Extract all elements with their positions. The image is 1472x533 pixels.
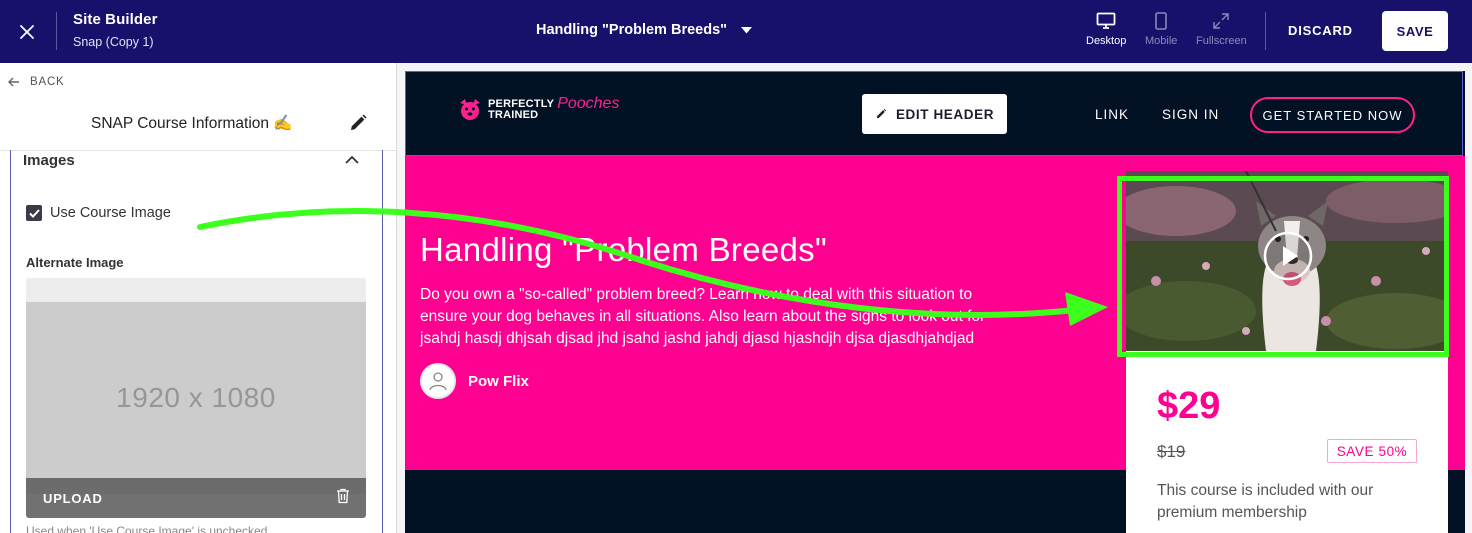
play-icon[interactable]	[1263, 231, 1313, 281]
back-button[interactable]: BACK	[8, 76, 65, 88]
device-mobile-label: Mobile	[1145, 35, 1178, 47]
back-label: BACK	[30, 76, 65, 88]
image-placeholder: 1920 x 1080	[26, 302, 366, 494]
close-icon	[20, 25, 34, 39]
close-button[interactable]	[14, 19, 40, 45]
collapse-section-button[interactable]	[344, 152, 360, 170]
page-selector[interactable]: Handling "Problem Breeds"	[536, 22, 753, 38]
course-price: $29	[1157, 385, 1221, 427]
use-course-image-checkbox[interactable]: Use Course Image	[26, 205, 171, 221]
author[interactable]: Pow Flix	[420, 363, 529, 399]
site-builder-window: Site Builder Snap (Copy 1) Handling "Pro…	[0, 0, 1472, 533]
logo-script-text: Pooches	[557, 95, 620, 112]
edit-header-button[interactable]: EDIT HEADER	[862, 94, 1007, 134]
delete-image-button[interactable]	[336, 488, 350, 509]
course-description: Do you own a "so-called" problem breed? …	[420, 286, 986, 347]
discount-badge: SAVE 50%	[1327, 439, 1417, 463]
device-desktop-label: Desktop	[1086, 35, 1127, 47]
check-icon	[28, 208, 40, 218]
original-price: $19	[1157, 442, 1186, 461]
pricing-description: This course is included with our premium…	[1157, 482, 1374, 521]
get-started-button[interactable]: GET STARTED NOW	[1250, 97, 1415, 133]
preview-canvas: PERFECTLY TRAINED Pooches EDIT HEADER LI…	[397, 63, 1472, 533]
edit-header-label: EDIT HEADER	[895, 106, 995, 122]
images-section-title[interactable]: Images	[23, 152, 75, 169]
logo-text-line2: TRAINED	[488, 109, 539, 121]
chevron-up-icon	[345, 155, 359, 164]
nav-link[interactable]: LINK	[1095, 107, 1129, 122]
site-logo[interactable]: PERFECTLY TRAINED Pooches	[457, 95, 621, 123]
dog-face-logo-icon	[460, 99, 480, 120]
upload-bar: UPLOAD	[26, 478, 366, 518]
placeholder-dimensions: 1920 x 1080	[116, 382, 276, 413]
course-video-thumbnail[interactable]	[1126, 171, 1448, 351]
app-subtitle: Snap (Copy 1)	[73, 35, 154, 49]
device-mobile-button[interactable]: Mobile	[1145, 12, 1177, 47]
mobile-icon	[1155, 12, 1168, 30]
user-icon	[429, 372, 447, 391]
alternate-image-label: Alternate Image	[26, 255, 124, 270]
desktop-icon	[1096, 12, 1116, 29]
fullscreen-icon	[1213, 13, 1230, 29]
caret-down-icon	[741, 26, 753, 33]
pencil-icon	[351, 114, 367, 130]
avatar	[420, 363, 456, 399]
author-name: Pow Flix	[468, 372, 529, 390]
nav-sign-in[interactable]: SIGN IN	[1162, 107, 1219, 122]
top-bar: Site Builder Snap (Copy 1) Handling "Pro…	[0, 0, 1472, 63]
course-title: Handling "Problem Breeds"	[420, 231, 827, 268]
divider	[1265, 12, 1266, 50]
page-selector-label: Handling "Problem Breeds"	[536, 22, 728, 38]
pencil-icon	[876, 108, 887, 119]
alternate-image-dropzone[interactable]: 1920 x 1080 UPLOAD	[26, 278, 366, 518]
discard-button[interactable]: DISCARD	[1288, 23, 1353, 38]
device-fullscreen-button[interactable]: Fullscreen	[1196, 12, 1247, 47]
use-course-image-label: Use Course Image	[50, 205, 171, 221]
trash-icon	[337, 488, 349, 503]
divider	[56, 12, 57, 50]
help-text: Used when 'Use Course Image' is unchecke…	[26, 524, 268, 533]
upload-button[interactable]: UPLOAD	[43, 491, 103, 506]
app-title: Site Builder	[73, 11, 158, 28]
save-button[interactable]: SAVE	[1382, 11, 1448, 51]
device-desktop-button[interactable]: Desktop	[1086, 12, 1126, 47]
site-header[interactable]: PERFECTLY TRAINED Pooches EDIT HEADER LI…	[405, 71, 1463, 156]
site-preview: PERFECTLY TRAINED Pooches EDIT HEADER LI…	[405, 71, 1465, 533]
arrow-left-icon	[8, 77, 19, 87]
device-fullscreen-label: Fullscreen	[1196, 35, 1247, 47]
pricing-card: $29 $19 SAVE 50% This course is included…	[1126, 171, 1448, 533]
checkbox-checked[interactable]	[26, 205, 42, 221]
edit-title-button[interactable]	[348, 113, 368, 138]
panel-title: SNAP Course Information ✍️	[91, 115, 293, 132]
